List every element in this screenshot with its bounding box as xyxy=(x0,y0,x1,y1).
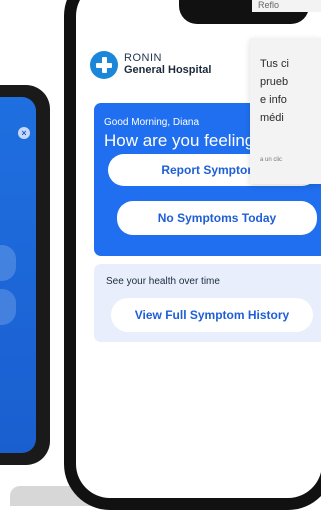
overlay-document-card: Tus ci prueb e info médi a un clic xyxy=(250,38,321,184)
greeting-text: Good Morning, Diana xyxy=(104,117,200,128)
background-phone-screen: × xyxy=(0,97,36,453)
hospital-brand: RONIN General Hospital xyxy=(90,51,211,79)
brand-name-bottom: General Hospital xyxy=(124,64,212,76)
overlay-line: e info xyxy=(260,94,287,106)
overlay-top-text: Reflo xyxy=(252,0,321,12)
overlay-line: Tus ci xyxy=(260,58,289,70)
overlay-line: prueb xyxy=(260,76,289,88)
background-pill xyxy=(0,289,16,325)
medical-cross-icon xyxy=(90,51,118,79)
overlay-footer: a un clic xyxy=(260,157,283,163)
no-symptoms-button[interactable]: No Symptoms Today xyxy=(117,201,317,235)
close-icon: × xyxy=(18,127,30,139)
background-pill xyxy=(0,245,16,281)
background-phone-left: × xyxy=(0,85,50,465)
overlay-line: médi xyxy=(260,112,284,124)
history-label: See your health over time xyxy=(106,276,220,287)
symptom-history-card: See your health over time View Full Symp… xyxy=(94,264,321,342)
feeling-question: How are you feeling xyxy=(104,131,255,150)
view-history-button[interactable]: View Full Symptom History xyxy=(111,298,313,332)
